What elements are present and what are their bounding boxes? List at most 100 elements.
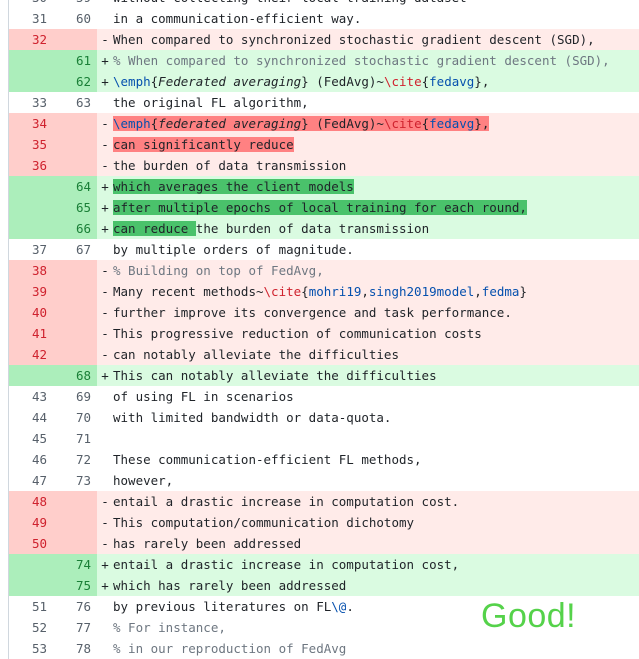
new-line-number[interactable] — [53, 260, 97, 281]
new-line-number[interactable]: 71 — [53, 428, 97, 449]
old-line-number[interactable]: 47 — [9, 470, 53, 491]
new-line-number[interactable]: 60 — [53, 8, 97, 29]
old-line-number[interactable]: 30 — [9, 0, 53, 8]
diff-line: 35 - can significantly reduce — [9, 134, 639, 155]
old-line-number[interactable]: 41 — [9, 323, 53, 344]
code-text: can reduce the burden of data transmissi… — [113, 221, 430, 236]
new-line-number[interactable]: 59 — [53, 0, 97, 8]
new-line-number[interactable] — [53, 155, 97, 176]
old-line-number[interactable]: 46 — [9, 449, 53, 470]
old-line-number[interactable]: 53 — [9, 638, 53, 659]
new-line-number[interactable]: 73 — [53, 470, 97, 491]
new-line-number[interactable] — [53, 512, 97, 533]
old-line-number[interactable]: 45 — [9, 428, 53, 449]
new-line-number[interactable]: 63 — [53, 92, 97, 113]
diff-line: 40 - further improve its convergence and t… — [9, 302, 639, 323]
diff-line: 64 + which averages the client models — [9, 176, 639, 197]
new-line-number[interactable]: 76 — [53, 596, 97, 617]
new-line-number[interactable]: 75 — [53, 575, 97, 596]
old-line-number[interactable] — [9, 197, 53, 218]
new-line-number[interactable]: 70 — [53, 407, 97, 428]
new-line-number[interactable] — [53, 113, 97, 134]
old-line-number[interactable]: 50 — [9, 533, 53, 554]
new-line-number[interactable] — [53, 491, 97, 512]
diff-line: 44 70 with limited bandwidth or data-quot… — [9, 407, 639, 428]
new-line-number[interactable]: 74 — [53, 554, 97, 575]
old-line-number[interactable]: 37 — [9, 239, 53, 260]
old-line-number[interactable]: 51 — [9, 596, 53, 617]
new-line-number[interactable] — [53, 29, 97, 50]
code-text: the burden of data transmission — [113, 158, 347, 173]
context-marker — [97, 617, 113, 638]
new-line-number[interactable]: 61 — [53, 50, 97, 71]
plus-marker: + — [101, 578, 109, 593]
new-line-number[interactable]: 65 — [53, 197, 97, 218]
old-line-number[interactable]: 39 — [9, 281, 53, 302]
minus-marker: - — [101, 347, 109, 362]
new-line-number[interactable] — [53, 323, 97, 344]
old-line-number[interactable]: 48 — [9, 491, 53, 512]
code-text: % Building on top of FedAvg, — [113, 263, 324, 278]
code-text: of using FL in scenarios — [113, 389, 294, 404]
code-text: This can notably alleviate the difficult… — [113, 368, 437, 383]
old-line-number[interactable]: 31 — [9, 8, 53, 29]
code-text: \emph{Federated averaging} (FedAvg)~\cit… — [113, 74, 490, 89]
new-line-number[interactable] — [53, 134, 97, 155]
context-marker — [97, 8, 113, 29]
minus-marker: - — [101, 158, 109, 173]
new-line-number[interactable]: 66 — [53, 218, 97, 239]
code-text: entail a drastic increase in computation… — [113, 557, 460, 572]
context-marker — [97, 449, 113, 470]
old-line-number[interactable] — [9, 176, 53, 197]
old-line-number[interactable]: 52 — [9, 617, 53, 638]
old-line-number[interactable]: 43 — [9, 386, 53, 407]
diff-line: 53 78 % in our reproduction of FedAvg — [9, 638, 639, 659]
new-line-number[interactable]: 72 — [53, 449, 97, 470]
old-line-number[interactable] — [9, 365, 53, 386]
code-text: after multiple epochs of local training … — [113, 200, 527, 215]
old-line-number[interactable] — [9, 50, 53, 71]
context-marker — [97, 638, 113, 659]
new-line-number[interactable] — [53, 533, 97, 554]
minus-marker: - — [101, 284, 109, 299]
new-line-number[interactable]: 77 — [53, 617, 97, 638]
new-line-number[interactable]: 68 — [53, 365, 97, 386]
old-line-number[interactable]: 40 — [9, 302, 53, 323]
old-line-number[interactable]: 36 — [9, 155, 53, 176]
old-line-number[interactable]: 38 — [9, 260, 53, 281]
new-line-number[interactable] — [53, 302, 97, 323]
old-line-number[interactable] — [9, 71, 53, 92]
diff-line: 38 -% Building on top of FedAvg, — [9, 260, 639, 281]
old-line-number[interactable]: 32 — [9, 29, 53, 50]
new-line-number[interactable] — [53, 344, 97, 365]
old-line-number[interactable]: 34 — [9, 113, 53, 134]
code-text: This progressive reduction of communicat… — [113, 326, 482, 341]
old-line-number[interactable] — [9, 575, 53, 596]
minus-marker: - — [101, 536, 109, 551]
new-line-number[interactable]: 62 — [53, 71, 97, 92]
plus-marker: + — [101, 200, 109, 215]
new-line-number[interactable]: 69 — [53, 386, 97, 407]
new-line-number[interactable]: 78 — [53, 638, 97, 659]
old-line-number[interactable] — [9, 554, 53, 575]
old-line-number[interactable]: 49 — [9, 512, 53, 533]
code-text: by multiple orders of magnitude. — [113, 242, 354, 257]
minus-marker: - — [101, 137, 109, 152]
old-line-number[interactable] — [9, 218, 53, 239]
new-line-number[interactable]: 67 — [53, 239, 97, 260]
old-line-number[interactable]: 42 — [9, 344, 53, 365]
code-text: entail a drastic increase in computation… — [113, 494, 460, 509]
context-marker — [97, 239, 113, 260]
code-text: Many recent methods~\cite{mohri19,singh2… — [113, 284, 527, 299]
old-line-number[interactable]: 33 — [9, 92, 53, 113]
old-line-number[interactable]: 44 — [9, 407, 53, 428]
old-line-number[interactable]: 35 — [9, 134, 53, 155]
diff-line: 43 69 of using FL in scenarios — [9, 386, 639, 407]
new-line-number[interactable] — [53, 281, 97, 302]
context-marker — [97, 407, 113, 428]
new-line-number[interactable]: 64 — [53, 176, 97, 197]
diff-view: 3059 without collecting their local trai… — [8, 0, 639, 659]
diff-line: 34 - \emph{federated averaging} (FedAvg)~\… — [9, 113, 639, 134]
code-text: These communication-efficient FL methods… — [113, 452, 422, 467]
